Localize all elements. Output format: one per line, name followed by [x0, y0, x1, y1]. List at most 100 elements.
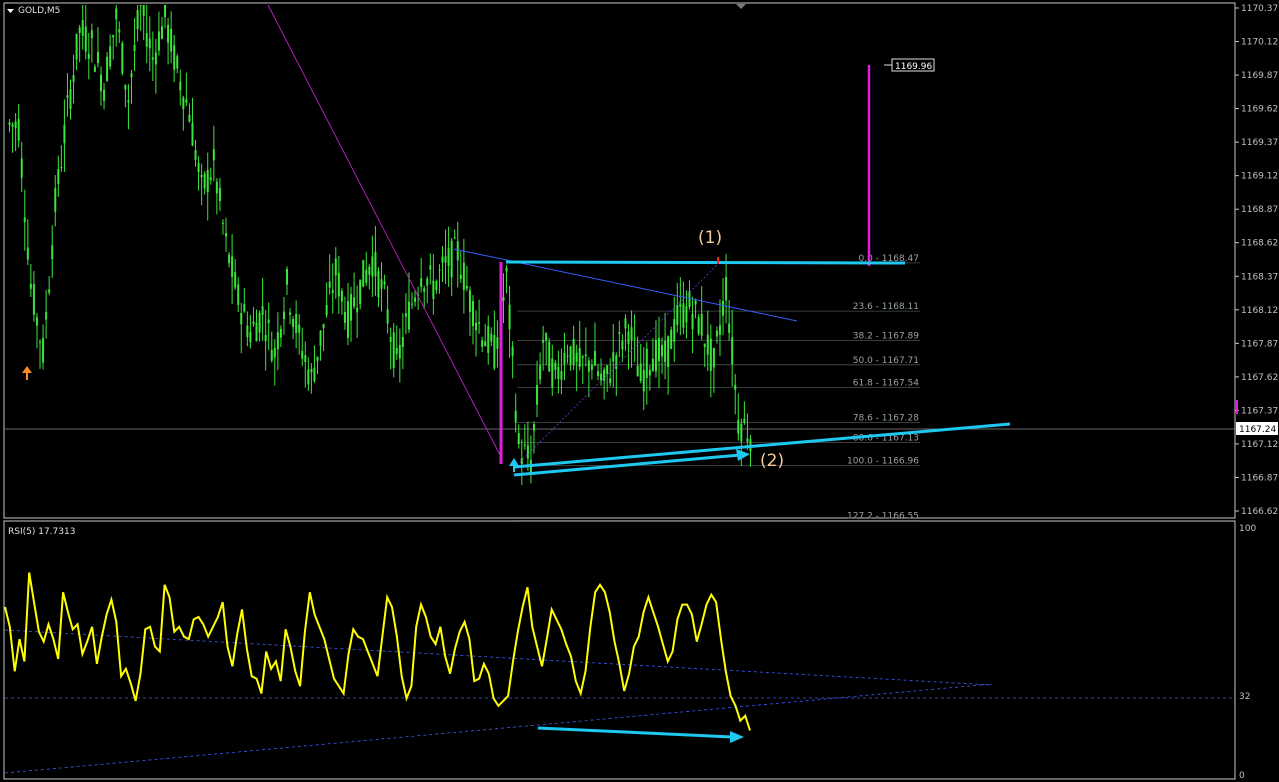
candle-body: [72, 75, 75, 82]
candle-body: [514, 410, 517, 423]
candle-body: [532, 424, 535, 431]
candle-body: [130, 73, 133, 78]
candle-body: [688, 291, 691, 308]
candle-body: [398, 345, 401, 359]
candle-body: [548, 341, 551, 372]
price-tick-label: 1170.37: [1241, 4, 1278, 14]
candle-body: [581, 356, 584, 358]
candle-body: [566, 355, 569, 357]
candle-body: [718, 325, 721, 335]
candle-body: [679, 304, 682, 307]
candle-body: [66, 95, 69, 98]
candle-body: [715, 330, 718, 337]
candle-body: [252, 321, 255, 325]
candle-body: [401, 337, 404, 347]
candle-body: [590, 365, 593, 370]
candle-body: [709, 338, 712, 371]
candle-body: [75, 33, 78, 60]
candle-body: [639, 363, 642, 382]
candle-body: [468, 290, 471, 312]
candle-body: [569, 346, 572, 365]
rsi-label: RSI(5) 17.7313: [8, 527, 75, 537]
candle-body: [636, 365, 639, 377]
candle-body: [258, 313, 261, 333]
candle-body: [551, 358, 554, 388]
candle-body: [292, 318, 295, 328]
candle-body: [54, 188, 57, 212]
candle-body: [124, 85, 127, 90]
candle-body: [325, 304, 328, 316]
current-price: 1167.24: [1239, 425, 1276, 435]
fib-level-label: 78.6 - 1167.28: [853, 413, 919, 423]
candle-body: [737, 419, 740, 434]
candle-body: [630, 327, 633, 341]
fib-level-label: 50.0 - 1167.71: [853, 356, 919, 366]
candle-body: [313, 367, 316, 382]
candle-body: [145, 33, 148, 47]
candle-body: [706, 334, 709, 355]
candle-body: [624, 318, 627, 329]
rsi-panel-frame: [3, 520, 1236, 780]
candle-body: [340, 290, 343, 302]
candle-body: [51, 245, 54, 260]
candle-body: [670, 329, 673, 349]
candle-body: [423, 288, 426, 292]
candle-body: [404, 313, 407, 317]
annotation-2: (2): [760, 451, 784, 471]
candle-body: [295, 313, 298, 333]
candle-body: [459, 274, 462, 280]
candle-body: [261, 306, 264, 316]
candle-body: [395, 347, 398, 354]
candle-body: [167, 24, 170, 43]
price-tick-label: 1168.87: [1241, 205, 1278, 215]
candle-body: [444, 256, 447, 263]
fib-level-label: 38.2 - 1167.89: [853, 332, 919, 342]
candle-body: [462, 262, 465, 290]
chart-canvas[interactable]: GOLD,M5 1170.37 1170.12 1169.87 1169.62 1169…: [0, 0, 1279, 782]
candle-body: [337, 272, 340, 297]
candle-body: [658, 338, 660, 362]
price-tick-label: 1168.37: [1241, 272, 1278, 282]
candle-body: [188, 114, 191, 122]
candle-body: [42, 338, 45, 363]
candle-body: [700, 313, 703, 336]
candle-body: [185, 99, 188, 103]
candle-body: [279, 328, 282, 338]
candle-body: [432, 280, 435, 299]
candle-body: [496, 337, 499, 349]
candle-body: [667, 336, 670, 367]
candle-body: [371, 256, 374, 277]
candle-body: [87, 53, 90, 59]
candle-body: [557, 366, 560, 380]
candle-body: [243, 304, 246, 312]
candle-body: [23, 217, 26, 223]
candle-body: [8, 122, 11, 126]
symbol-label: GOLD,M5: [18, 6, 60, 16]
candle-body: [298, 324, 301, 333]
rsi-tick-label: 100: [1239, 524, 1256, 534]
candle-body: [249, 331, 252, 343]
candle-body: [212, 149, 215, 161]
candle-body: [481, 340, 484, 347]
candle-body: [240, 313, 243, 325]
candle-body: [346, 301, 349, 338]
price-axis: 1170.37 1170.12 1169.87 1169.62 1169.37 1169.…: [1235, 4, 1278, 517]
price-tick-label: 1166.62: [1241, 507, 1278, 517]
candle-body: [664, 340, 667, 363]
candle-body: [90, 30, 93, 39]
candle-body: [450, 240, 453, 278]
candle-body: [722, 300, 725, 316]
candle-body: [389, 336, 392, 343]
candle-body: [81, 20, 84, 36]
candle-body: [685, 306, 688, 323]
candle-body: [109, 46, 112, 67]
candle-body: [264, 335, 267, 342]
candle-body: [118, 29, 121, 33]
candle-body: [356, 307, 359, 313]
candle-body: [48, 289, 51, 293]
candle-body: [304, 355, 307, 363]
candle-body: [218, 187, 221, 202]
candle-body: [209, 177, 212, 181]
candle-body: [651, 358, 654, 372]
candle-body: [731, 337, 734, 365]
